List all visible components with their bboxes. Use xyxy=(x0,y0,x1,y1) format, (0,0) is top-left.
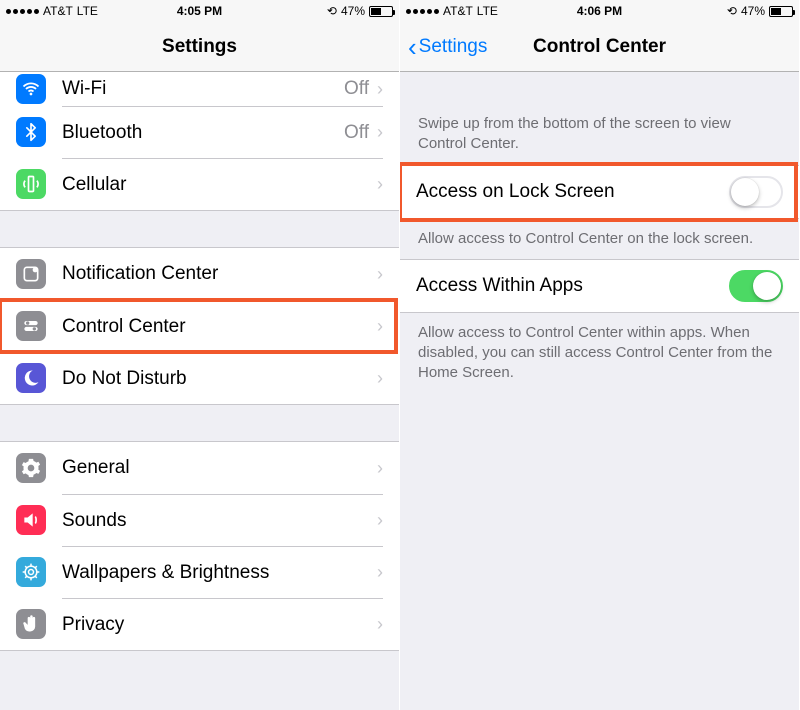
status-bar: AT&T LTE 4:06 PM ⟲ 47% xyxy=(400,0,799,22)
row-label: Access on Lock Screen xyxy=(416,181,729,203)
network-label: LTE xyxy=(477,4,498,18)
bluetooth-icon xyxy=(16,117,46,147)
row-control-center[interactable]: Control Center › xyxy=(0,300,399,352)
row-label: General xyxy=(62,457,377,479)
chevron-right-icon: › xyxy=(377,458,383,479)
row-label: Bluetooth xyxy=(62,122,344,144)
rotation-lock-icon: ⟲ xyxy=(327,4,337,18)
signal-dots-icon xyxy=(406,9,439,14)
nav-bar: Settings xyxy=(0,22,399,72)
page-title: Settings xyxy=(0,36,399,58)
row-access-lock-screen[interactable]: Access on Lock Screen xyxy=(400,166,799,218)
notification-center-icon xyxy=(16,259,46,289)
row-label: Wallpapers & Brightness xyxy=(62,562,377,584)
chevron-right-icon: › xyxy=(377,614,383,635)
battery-icon xyxy=(769,6,793,17)
battery-pct-label: 47% xyxy=(741,4,765,18)
row-wifi[interactable]: Wi-Fi Off › xyxy=(0,72,399,106)
battery-pct-label: 47% xyxy=(341,4,365,18)
row-privacy[interactable]: Privacy › xyxy=(0,598,399,650)
settings-screen: AT&T LTE 4:05 PM ⟲ 47% Settings Wi-Fi xyxy=(0,0,400,710)
control-center-icon xyxy=(16,311,46,341)
toggle-access-lock-screen[interactable] xyxy=(729,176,783,208)
carrier-label: AT&T xyxy=(443,4,473,18)
chevron-right-icon: › xyxy=(377,174,383,195)
clock-label: 4:06 PM xyxy=(577,4,622,18)
wifi-icon xyxy=(16,74,46,104)
gear-icon xyxy=(16,453,46,483)
chevron-right-icon: › xyxy=(377,79,383,100)
row-label: Control Center xyxy=(62,316,377,338)
intro-text: Swipe up from the bottom of the screen t… xyxy=(400,72,799,165)
status-bar: AT&T LTE 4:05 PM ⟲ 47% xyxy=(0,0,399,22)
row-label: Cellular xyxy=(62,174,377,196)
row-label: Wi-Fi xyxy=(62,78,344,100)
row-general[interactable]: General › xyxy=(0,442,399,494)
network-label: LTE xyxy=(77,4,98,18)
battery-icon xyxy=(369,6,393,17)
row-notification-center[interactable]: Notification Center › xyxy=(0,248,399,300)
row-label: Privacy xyxy=(62,614,377,636)
row-sounds[interactable]: Sounds › xyxy=(0,494,399,546)
lock-footer-text: Allow access to Control Center on the lo… xyxy=(400,219,799,259)
control-center-list: Swipe up from the bottom of the screen t… xyxy=(400,72,799,710)
control-center-screen: AT&T LTE 4:06 PM ⟲ 47% ‹ Settings Contro… xyxy=(400,0,800,710)
row-wallpapers-brightness[interactable]: Wallpapers & Brightness › xyxy=(0,546,399,598)
row-value: Off xyxy=(344,122,369,144)
chevron-right-icon: › xyxy=(377,122,383,143)
chevron-right-icon: › xyxy=(377,510,383,531)
cellular-icon xyxy=(16,169,46,199)
row-access-within-apps[interactable]: Access Within Apps xyxy=(400,260,799,312)
hand-icon xyxy=(16,609,46,639)
rotation-lock-icon: ⟲ xyxy=(727,4,737,18)
row-label: Sounds xyxy=(62,510,377,532)
row-bluetooth[interactable]: Bluetooth Off › xyxy=(0,106,399,158)
clock-label: 4:05 PM xyxy=(177,4,222,18)
apps-footer-text: Allow access to Control Center within ap… xyxy=(400,313,799,394)
signal-dots-icon xyxy=(6,9,39,14)
row-value: Off xyxy=(344,78,369,100)
speaker-icon xyxy=(16,505,46,535)
settings-list: Wi-Fi Off › Bluetooth Off › xyxy=(0,72,399,710)
chevron-right-icon: › xyxy=(377,368,383,389)
carrier-label: AT&T xyxy=(43,4,73,18)
toggle-access-within-apps[interactable] xyxy=(729,270,783,302)
row-label: Access Within Apps xyxy=(416,275,729,297)
wallpaper-icon xyxy=(16,557,46,587)
back-button[interactable]: ‹ Settings xyxy=(400,34,487,60)
nav-bar: ‹ Settings Control Center xyxy=(400,22,799,72)
row-label: Do Not Disturb xyxy=(62,368,377,390)
chevron-right-icon: › xyxy=(377,562,383,583)
moon-icon xyxy=(16,363,46,393)
back-label: Settings xyxy=(419,36,488,58)
chevron-right-icon: › xyxy=(377,264,383,285)
chevron-left-icon: ‹ xyxy=(408,34,417,60)
row-do-not-disturb[interactable]: Do Not Disturb › xyxy=(0,352,399,404)
row-cellular[interactable]: Cellular › xyxy=(0,158,399,210)
chevron-right-icon: › xyxy=(377,316,383,337)
row-label: Notification Center xyxy=(62,263,377,285)
